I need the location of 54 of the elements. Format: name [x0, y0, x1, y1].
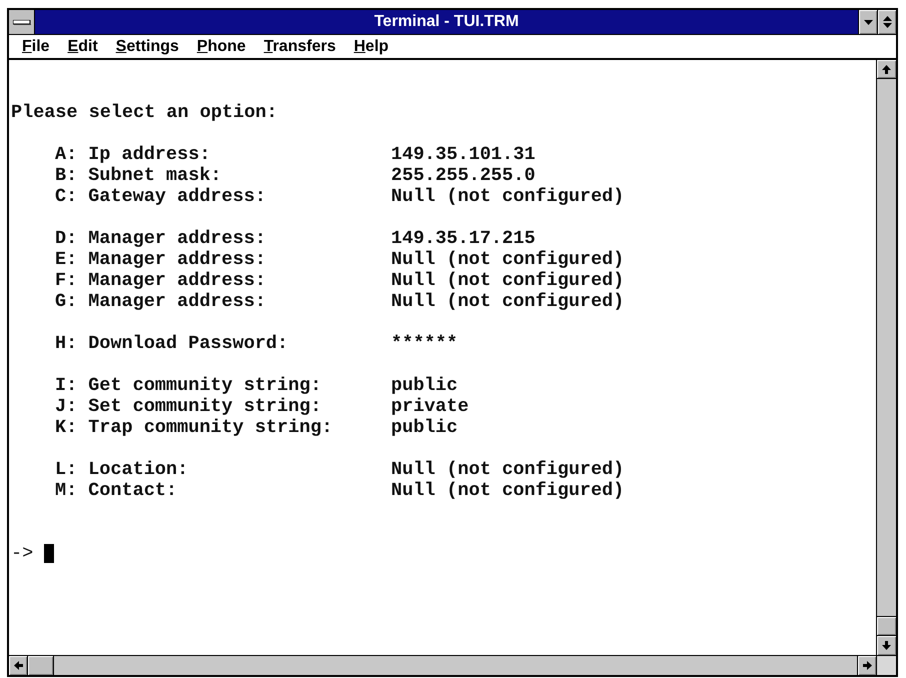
option-label: H: Download Password:	[55, 333, 288, 354]
option-value: Null (not configured)	[391, 480, 624, 501]
minimize-button[interactable]	[858, 10, 877, 34]
option-value: Null (not configured)	[391, 186, 624, 207]
option-label: G: Manager address:	[55, 291, 266, 312]
option-value: Null (not configured)	[391, 291, 624, 312]
left-arrow-icon	[14, 661, 22, 670]
up-arrow-icon	[882, 64, 891, 74]
option-label: K: Trap community string:	[55, 417, 333, 438]
menu-item[interactable]: Transfers	[254, 38, 345, 54]
scroll-up-button[interactable]	[877, 60, 896, 79]
scroll-right-button[interactable]	[857, 656, 876, 675]
menu-item[interactable]: Phone	[188, 38, 255, 54]
option-value: public	[391, 417, 458, 438]
option-value: Null (not configured)	[391, 459, 624, 480]
right-arrow-icon	[862, 661, 872, 670]
system-menu-button[interactable]	[9, 10, 35, 34]
block-cursor-icon	[44, 544, 54, 563]
prompt-text: Please select an option:	[11, 102, 278, 123]
menu-item[interactable]: File	[13, 38, 59, 54]
window-title: Terminal - TUI.TRM	[374, 14, 519, 30]
option-value: 149.35.17.215	[391, 228, 536, 249]
up-down-triangles-icon	[882, 16, 892, 28]
vertical-scrollbar[interactable]	[876, 60, 896, 655]
horizontal-scrollbar[interactable]	[9, 656, 876, 675]
option-label: M: Contact:	[55, 480, 178, 501]
scroll-left-button[interactable]	[9, 656, 28, 675]
option-label: J: Set community string:	[55, 396, 322, 417]
option-label: B: Subnet mask:	[55, 165, 222, 186]
option-value: 255.255.255.0	[391, 165, 536, 186]
option-value: ******	[391, 333, 458, 354]
restore-button[interactable]	[877, 10, 896, 34]
option-label: A: Ip address:	[55, 144, 210, 165]
option-value: 149.35.101.31	[391, 144, 536, 165]
down-triangle-icon	[864, 20, 872, 24]
option-label: L: Location:	[55, 459, 188, 480]
menu-item[interactable]: Edit	[58, 38, 107, 54]
scroll-down-button[interactable]	[877, 636, 896, 655]
option-label: F: Manager address:	[55, 270, 266, 291]
option-value: private	[391, 396, 469, 417]
option-value: public	[391, 375, 458, 396]
command-prompt: ->	[11, 543, 34, 564]
option-value: Null (not configured)	[391, 249, 624, 270]
scroll-thumb[interactable]	[877, 616, 896, 636]
option-label: I: Get community string:	[55, 375, 322, 396]
option-label: E: Manager address:	[55, 249, 266, 270]
option-value: Null (not configured)	[391, 270, 624, 291]
menu-item[interactable]: Settings	[106, 38, 188, 54]
down-arrow-icon	[882, 641, 891, 650]
option-label: D: Manager address:	[55, 228, 266, 249]
menu-item[interactable]: Help	[344, 38, 398, 54]
scroll-thumb[interactable]	[28, 656, 54, 675]
bar-icon	[12, 20, 30, 24]
option-label: C: Gateway address:	[55, 186, 266, 207]
